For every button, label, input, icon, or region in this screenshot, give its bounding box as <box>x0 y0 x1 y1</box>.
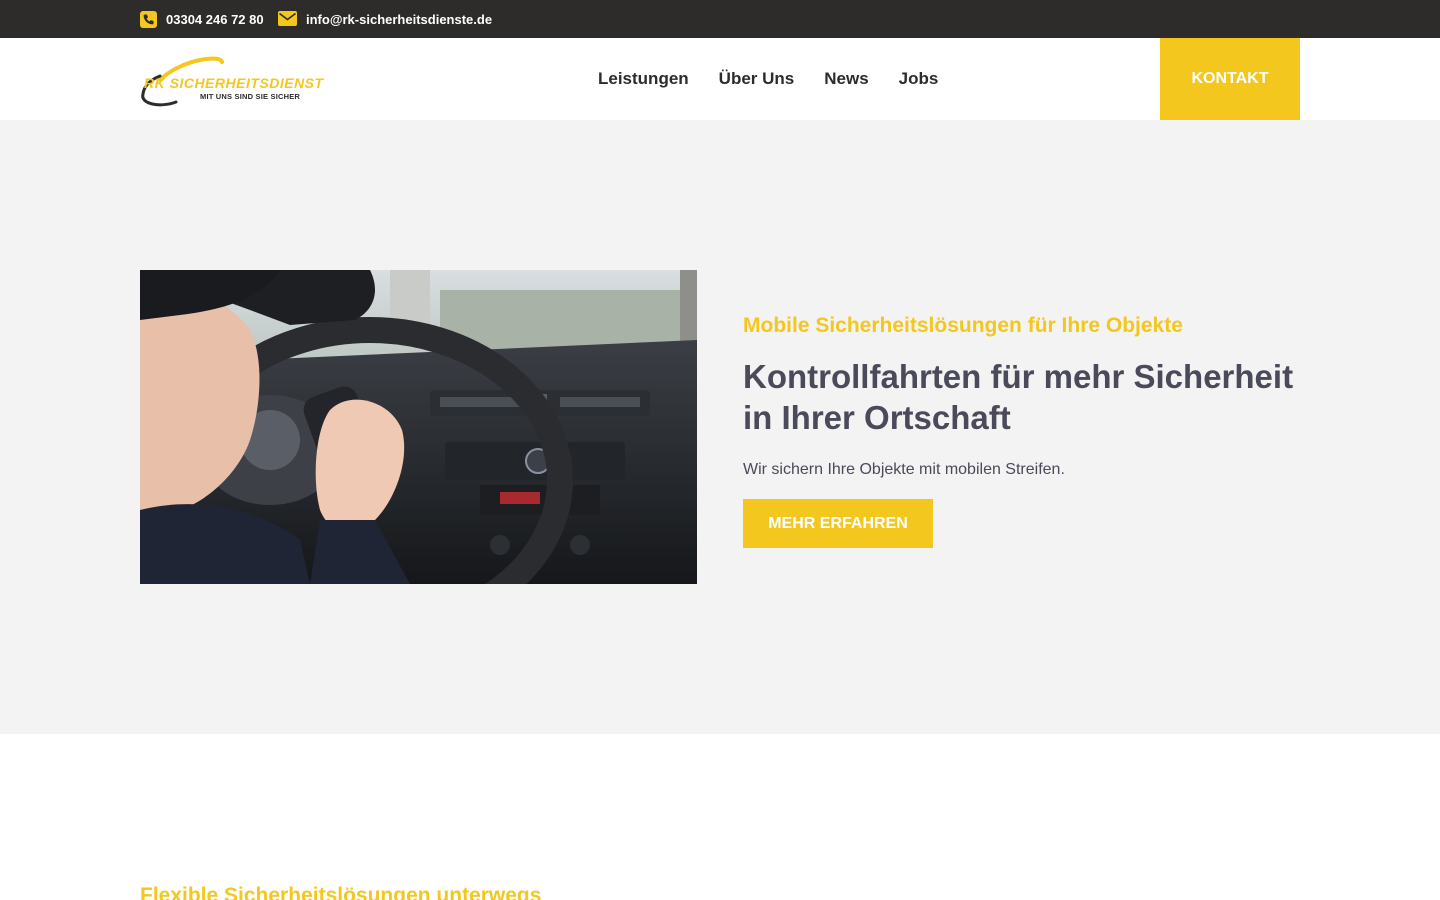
nav-item-leistungen[interactable]: Leistungen <box>598 69 689 89</box>
nav-item-news[interactable]: News <box>824 69 868 89</box>
email-address: info@rk-sicherheitsdienste.de <box>306 11 493 27</box>
hero-text: Mobile Sicherheitslösungen für Ihre Obje… <box>743 312 1313 548</box>
hero-lead: Wir sichern Ihre Objekte mit mobilen Str… <box>743 461 1065 478</box>
hero-section: Mobile Sicherheitslösungen für Ihre Obje… <box>0 120 1440 734</box>
hero-headline: Kontrollfahrten für mehr Sicherheit in I… <box>743 358 1294 436</box>
logo[interactable]: RK SICHERHEITSDIENST MIT UNS SIND SIE SI… <box>140 50 362 110</box>
phone-link[interactable]: 03304 246 72 80 <box>140 0 264 38</box>
contact-button[interactable]: KONTAKT <box>1160 38 1300 120</box>
section-title: Flexible Sicherheitslösungen unterwegs <box>140 884 542 900</box>
logo-tagline: MIT UNS SIND SIE SICHER <box>200 92 301 101</box>
envelope-icon <box>278 10 297 28</box>
top-bar: 03304 246 72 80 info@rk-sicherheitsdiens… <box>0 0 1440 38</box>
next-section: Flexible Sicherheitslösungen unterwegs <box>0 734 1440 900</box>
mehr-erfahren-button[interactable]: MEHR ERFAHREN <box>743 499 933 548</box>
email-link[interactable]: info@rk-sicherheitsdienste.de <box>278 0 492 38</box>
hero-kicker: Mobile Sicherheitslösungen für Ihre Obje… <box>743 314 1183 337</box>
nav-item-jobs[interactable]: Jobs <box>899 69 939 89</box>
site-header: RK SICHERHEITSDIENST MIT UNS SIND SIE SI… <box>0 38 1440 120</box>
hero-image <box>140 270 697 584</box>
logo-wordmark: RK SICHERHEITSDIENST <box>144 75 324 91</box>
phone-icon <box>140 10 157 28</box>
nav-item-ueber-uns[interactable]: Über Uns <box>719 69 795 89</box>
main-nav: Leistungen Über Uns News Jobs <box>598 38 968 120</box>
phone-number: 03304 246 72 80 <box>166 11 264 27</box>
